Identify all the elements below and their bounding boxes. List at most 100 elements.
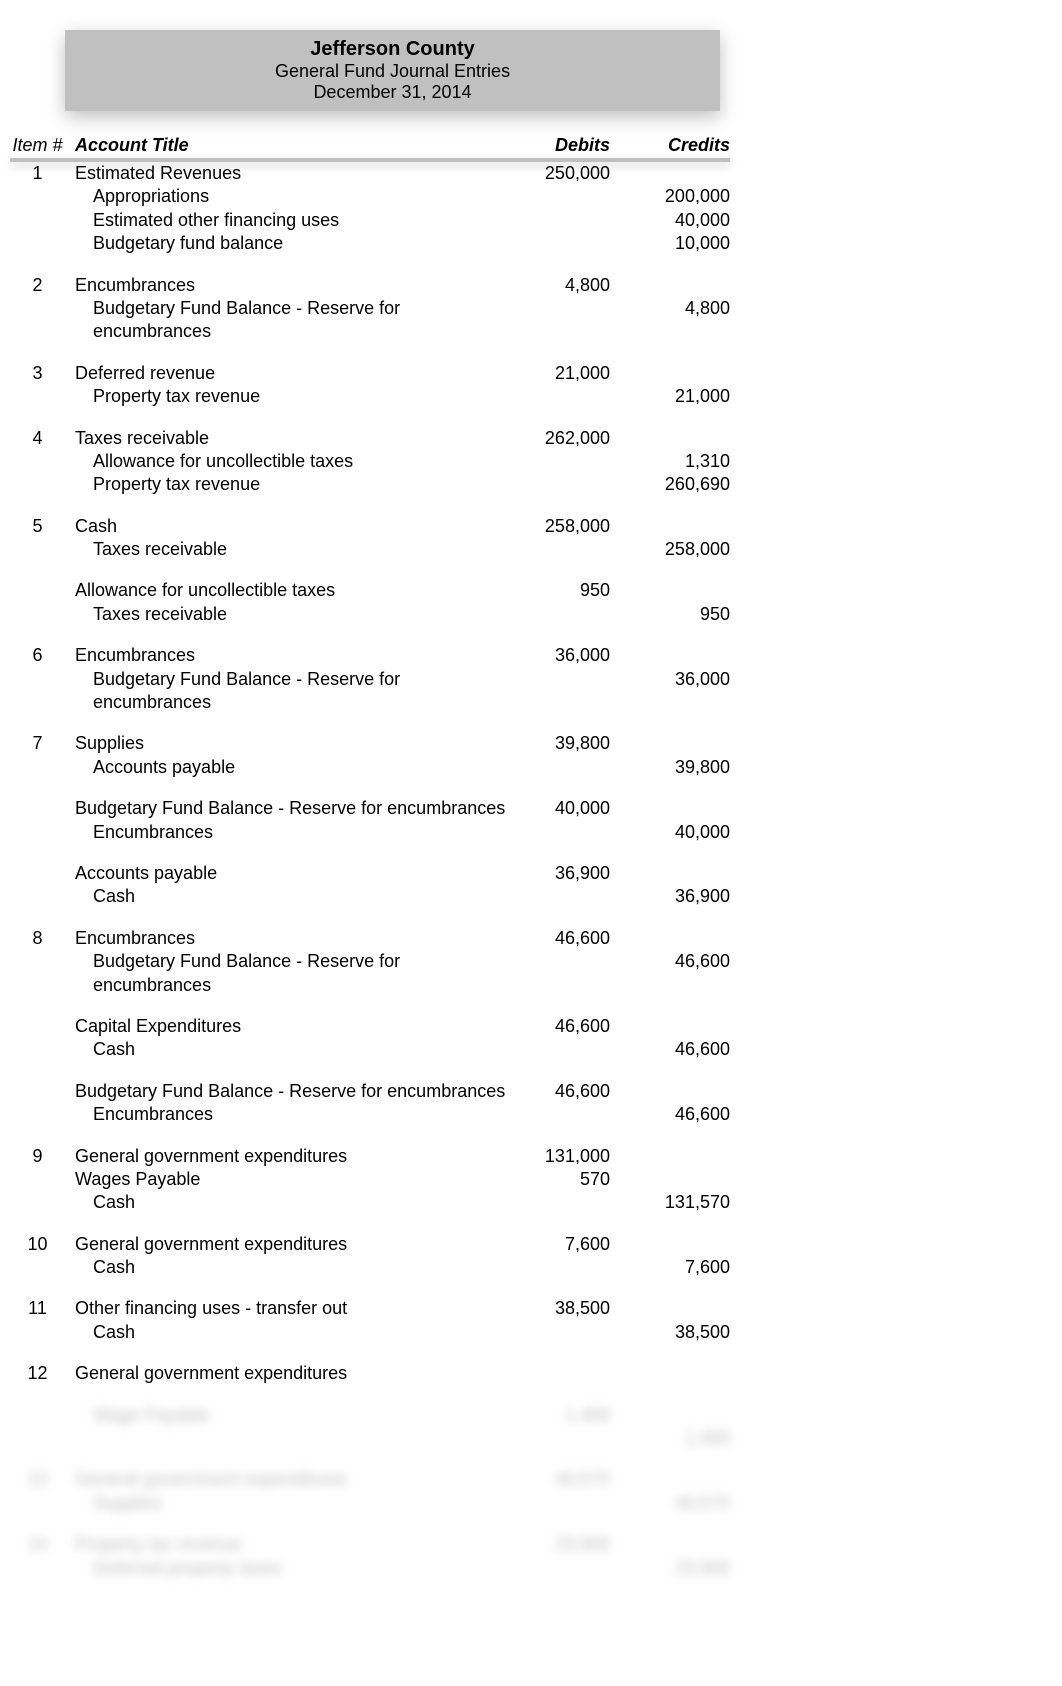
- entry-group: 3Deferred revenue21,000Property tax reve…: [10, 362, 730, 409]
- account-title: Encumbrances: [75, 1103, 510, 1126]
- journal-row: Appropriations200,000: [10, 185, 730, 208]
- entry-sub-block: Capital Expenditures46,600Cash46,600: [10, 1015, 730, 1062]
- entry-group: 10General government expenditures7,600Ca…: [10, 1233, 730, 1280]
- account-title: General government expenditures: [75, 1362, 510, 1385]
- account-title: [75, 1427, 510, 1450]
- account-title: Budgetary Fund Balance - Reserve for enc…: [75, 797, 510, 820]
- entry-group: 11Other financing uses - transfer out38,…: [10, 1297, 730, 1344]
- debit-amount: [510, 1256, 620, 1279]
- item-number: [10, 885, 75, 908]
- credit-amount: [620, 274, 730, 297]
- debit-amount: 40,570: [510, 1468, 620, 1491]
- journal-row: 5Cash258,000: [10, 515, 730, 538]
- journal-row: 13General government expenditures40,570: [10, 1468, 730, 1491]
- journal-row: Supplies40,570: [10, 1492, 730, 1515]
- account-title: Taxes receivable: [75, 603, 510, 626]
- item-number: [10, 950, 75, 997]
- account-title: Budgetary Fund Balance - Reserve for enc…: [75, 1080, 510, 1103]
- account-title: Other financing uses - transfer out: [75, 1297, 510, 1320]
- item-number: [10, 209, 75, 232]
- credit-amount: [620, 579, 730, 602]
- col-header-debit: Debits: [510, 135, 620, 156]
- journal-row: Capital Expenditures46,600: [10, 1015, 730, 1038]
- entry-group: 12General government expenditures: [10, 1362, 730, 1385]
- journal-row: 6Encumbrances36,000: [10, 644, 730, 667]
- account-title: Budgetary fund balance: [75, 232, 510, 255]
- account-title: Supplies: [75, 732, 510, 755]
- item-number: [10, 756, 75, 779]
- journal-row: Wage Payable1,400: [10, 1404, 730, 1427]
- credit-amount: 36,900: [620, 885, 730, 908]
- item-number: 5: [10, 515, 75, 538]
- debit-amount: [510, 209, 620, 232]
- debit-amount: [510, 821, 620, 844]
- credit-amount: [620, 1168, 730, 1191]
- journal-row: Deferred property taxes23,900: [10, 1557, 730, 1580]
- journal-row: Accounts payable39,800: [10, 756, 730, 779]
- journal-row: 3Deferred revenue21,000: [10, 362, 730, 385]
- journal-row: Encumbrances40,000: [10, 821, 730, 844]
- entry-sub-block: 5Cash258,000Taxes receivable258,000: [10, 515, 730, 562]
- credit-amount: 200,000: [620, 185, 730, 208]
- entry-group: 6Encumbrances36,000Budgetary Fund Balanc…: [10, 644, 730, 714]
- entry-group: 5Cash258,000Taxes receivable258,000 Allow…: [10, 515, 730, 627]
- debit-amount: [510, 450, 620, 473]
- credit-amount: [620, 862, 730, 885]
- debit-amount: [510, 1557, 620, 1580]
- entry-group: 2Encumbrances4,800Budgetary Fund Balance…: [10, 274, 730, 344]
- item-number: [10, 297, 75, 344]
- account-title: Wages Payable: [75, 1168, 510, 1191]
- debit-amount: 38,500: [510, 1297, 620, 1320]
- debit-amount: 46,600: [510, 1080, 620, 1103]
- account-title: General government expenditures: [75, 1145, 510, 1168]
- entry-group: 9General government expenditures131,000W…: [10, 1145, 730, 1215]
- debit-amount: 40,000: [510, 797, 620, 820]
- journal-row: Encumbrances46,600: [10, 1103, 730, 1126]
- entry-group: 1Estimated Revenues250,000Appropriations…: [10, 162, 730, 256]
- debit-amount: [510, 185, 620, 208]
- credit-amount: 1,310: [620, 450, 730, 473]
- credit-amount: [620, 427, 730, 450]
- debit-amount: 46,600: [510, 1015, 620, 1038]
- account-title: Taxes receivable: [75, 538, 510, 561]
- journal-row: 1Estimated Revenues250,000: [10, 162, 730, 185]
- debit-amount: [510, 538, 620, 561]
- item-number: 6: [10, 644, 75, 667]
- credit-amount: [620, 1297, 730, 1320]
- account-title: Budgetary Fund Balance - Reserve for enc…: [75, 668, 510, 715]
- account-title: Estimated Revenues: [75, 162, 510, 185]
- account-title: Encumbrances: [75, 821, 510, 844]
- item-number: [10, 1103, 75, 1126]
- journal-row: 1,400: [10, 1427, 730, 1450]
- entry-group-blurred: 13General government expenditures40,570S…: [10, 1468, 730, 1515]
- credit-amount: [620, 797, 730, 820]
- debit-amount: 21,000: [510, 362, 620, 385]
- credit-amount: [620, 362, 730, 385]
- credit-amount: 36,000: [620, 668, 730, 715]
- document-title-block: Jefferson County General Fund Journal En…: [65, 30, 720, 111]
- debit-amount: 1,400: [510, 1404, 620, 1427]
- title-report: General Fund Journal Entries: [65, 61, 720, 82]
- account-title: Cash: [75, 1321, 510, 1344]
- account-title: Taxes receivable: [75, 427, 510, 450]
- account-title: Cash: [75, 885, 510, 908]
- journal-row: Taxes receivable258,000: [10, 538, 730, 561]
- item-number: [10, 538, 75, 561]
- debit-amount: [510, 473, 620, 496]
- journal-row: Allowance for uncollectible taxes950: [10, 579, 730, 602]
- credit-amount: 23,900: [620, 1557, 730, 1580]
- credit-amount: 46,600: [620, 1038, 730, 1061]
- item-number: [10, 1080, 75, 1103]
- journal-row: 10General government expenditures7,600: [10, 1233, 730, 1256]
- journal-row: Allowance for uncollectible taxes1,310: [10, 450, 730, 473]
- account-title: Budgetary Fund Balance - Reserve for enc…: [75, 950, 510, 997]
- journal-row: Budgetary Fund Balance - Reserve for enc…: [10, 1080, 730, 1103]
- debit-amount: [510, 1321, 620, 1344]
- account-title: Cash: [75, 1191, 510, 1214]
- debit-amount: [510, 603, 620, 626]
- account-title: Wage Payable: [75, 1404, 510, 1427]
- debit-amount: [510, 232, 620, 255]
- journal-row: 4Taxes receivable262,000: [10, 427, 730, 450]
- debit-amount: 46,600: [510, 927, 620, 950]
- item-number: 11: [10, 1297, 75, 1320]
